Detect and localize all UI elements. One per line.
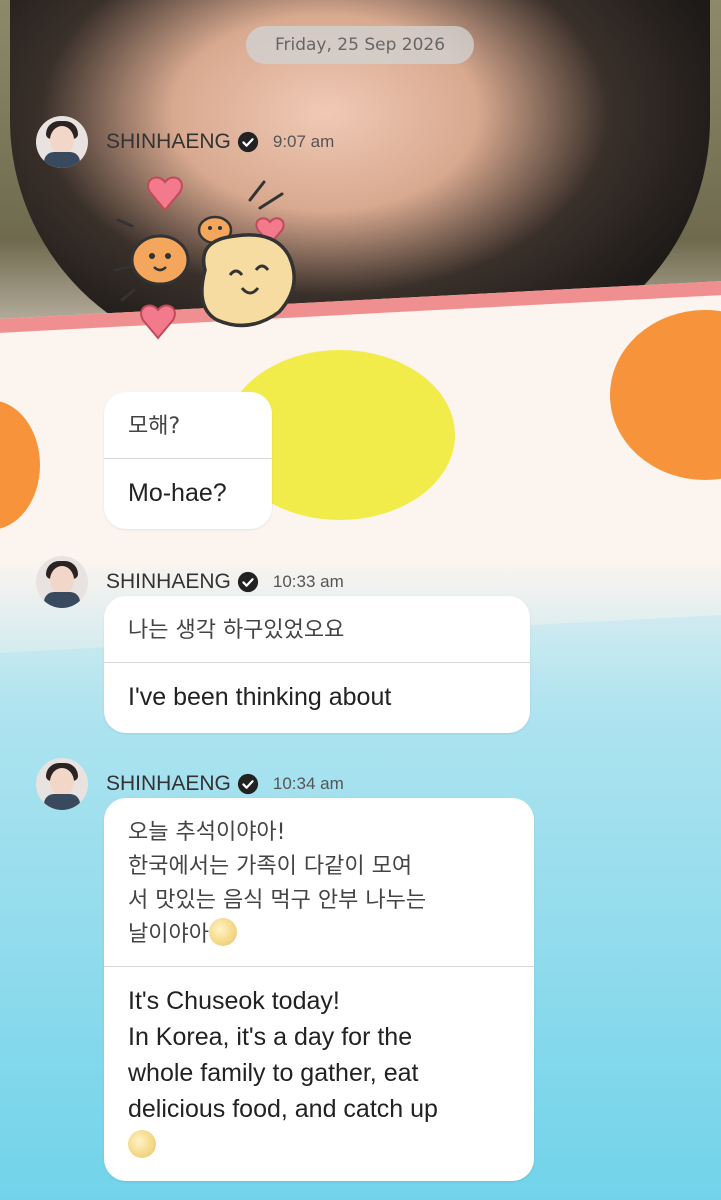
- message-header: SHINHAENG 9:07 am: [36, 116, 334, 168]
- message-time: 10:34 am: [272, 774, 344, 793]
- verified-badge-icon: [237, 131, 258, 153]
- message-bubble[interactable]: 나는 생각 하구있었오요 I've been thinking about: [104, 596, 530, 733]
- message-bubble[interactable]: 모해? Mo-hae?: [104, 392, 272, 529]
- heart-bears-sticker[interactable]: [110, 170, 310, 360]
- verified-badge-icon: [237, 571, 258, 593]
- message-time: 9:07 am: [272, 132, 335, 151]
- sender-name[interactable]: SHINHAENG: [106, 570, 231, 594]
- verified-badge-icon: [237, 773, 258, 795]
- full-moon-emoji-icon: [128, 1130, 156, 1158]
- korean-text: 모해?: [128, 414, 181, 439]
- date-separator: Friday, 25 Sep 2026: [246, 26, 474, 64]
- full-moon-emoji-icon: [208, 918, 237, 946]
- korean-text-block: 오늘 추석이야아! 한국에서는 가족이 다같이 모여 서 맛있는 음식 먹구 안…: [104, 798, 534, 966]
- translated-text: Mo-hae?: [128, 479, 227, 507]
- sender-name[interactable]: SHINHAENG: [106, 772, 231, 796]
- sender-name[interactable]: SHINHAENG: [106, 130, 231, 154]
- message-time: 10:33 am: [272, 572, 344, 591]
- message-bubble[interactable]: 오늘 추석이야아! 한국에서는 가족이 다같이 모여 서 맛있는 음식 먹구 안…: [104, 798, 534, 1181]
- avatar[interactable]: [36, 556, 88, 608]
- korean-text: 오늘 추석이야아! 한국에서는 가족이 다같이 모여 서 맛있는 음식 먹구 안…: [128, 820, 427, 947]
- translated-text: I've been thinking about: [128, 683, 392, 711]
- translated-text-block: It's Chuseok today! In Korea, it's a day…: [104, 967, 534, 1181]
- avatar[interactable]: [36, 758, 88, 810]
- avatar[interactable]: [36, 116, 88, 168]
- korean-text: 나는 생각 하구있었오요: [128, 618, 345, 643]
- translated-text: It's Chuseok today! In Korea, it's a day…: [128, 987, 438, 1123]
